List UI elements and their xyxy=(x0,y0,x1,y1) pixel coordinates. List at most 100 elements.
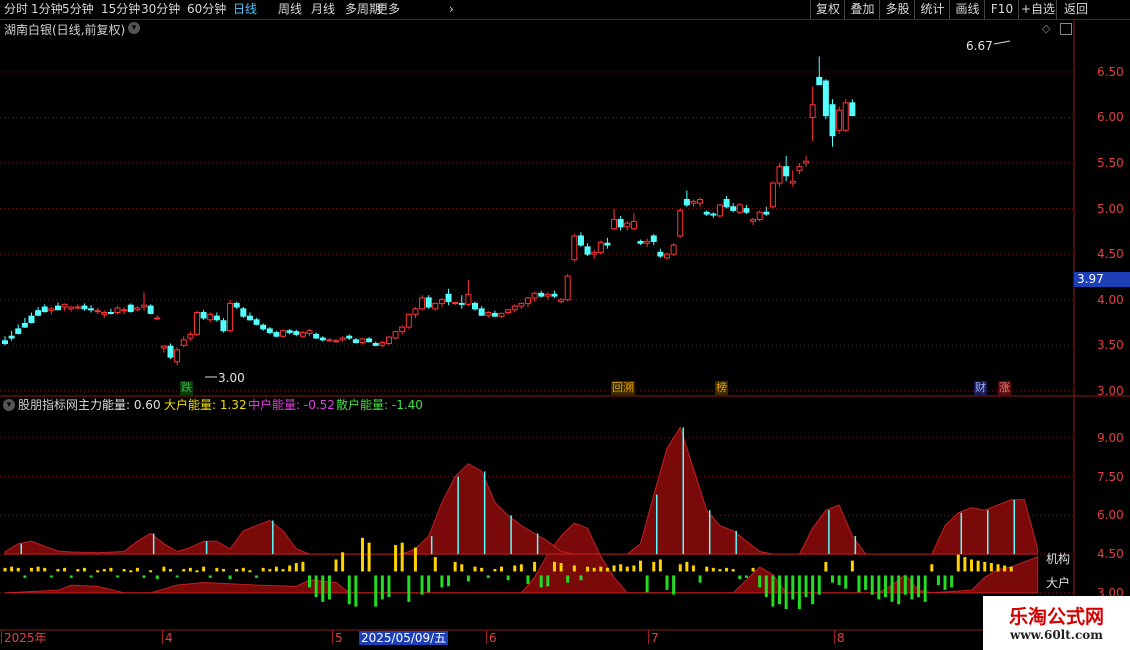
energy-bar xyxy=(221,569,225,572)
period-tab-7[interactable]: 周线 xyxy=(278,1,302,18)
candle-up xyxy=(180,339,187,346)
energy-bar xyxy=(930,564,934,572)
energy-bar xyxy=(433,557,437,572)
toolbar-button-6[interactable]: +自选 xyxy=(1018,0,1057,19)
energy-bar xyxy=(162,566,166,572)
candle-down xyxy=(703,211,710,215)
energy-bar xyxy=(466,575,470,582)
candle-down xyxy=(743,208,750,213)
indicator-field-1: 大户能量: 1.32 xyxy=(164,398,247,412)
diamond-icon[interactable]: ◇ xyxy=(1042,22,1050,36)
energy-bar xyxy=(592,567,596,572)
candle-up xyxy=(452,301,459,304)
energy-bar xyxy=(49,575,53,578)
indicator-tick-label: 7.50 xyxy=(1097,469,1124,484)
energy-bar xyxy=(188,567,192,572)
energy-bar xyxy=(301,561,305,572)
period-tab-6[interactable]: 日线 xyxy=(233,1,257,18)
candle-down xyxy=(577,235,584,246)
energy-bar xyxy=(341,552,345,572)
energy-bar xyxy=(16,567,20,572)
candle-down xyxy=(8,335,15,339)
indicator-toggle-icon[interactable]: ▾ xyxy=(3,399,15,411)
energy-bar xyxy=(791,575,795,600)
candle-up xyxy=(564,275,571,301)
selected-date-label[interactable]: 2025/05/09/五 xyxy=(359,631,449,645)
event-badge-2[interactable]: 榜 xyxy=(715,381,728,395)
energy-bar xyxy=(725,567,729,572)
candle-down xyxy=(816,76,823,86)
event-badge-1[interactable]: 回溯 xyxy=(611,381,635,395)
toolbar-button-7[interactable]: 返回 xyxy=(1056,0,1095,19)
period-tab-2[interactable]: 5分钟 xyxy=(62,1,94,18)
energy-bar xyxy=(500,566,503,572)
event-badge-3[interactable]: 财 xyxy=(974,381,987,395)
energy-bar xyxy=(440,575,444,588)
period-tab-5[interactable]: 60分钟 xyxy=(187,1,226,18)
candle-down xyxy=(458,302,465,305)
period-tab-4[interactable]: 30分钟 xyxy=(141,1,180,18)
candle-up xyxy=(670,244,677,255)
period-tab-0[interactable]: 分时 xyxy=(4,1,28,18)
toolbar-button-5[interactable]: F10 xyxy=(984,0,1019,19)
energy-bar xyxy=(208,575,212,578)
energy-bar xyxy=(142,575,146,578)
indicator-tick-label: 6.00 xyxy=(1097,508,1124,523)
candle-up xyxy=(498,312,505,317)
energy-bar xyxy=(122,569,126,572)
panel-layout-icon[interactable] xyxy=(1060,23,1072,35)
energy-bar xyxy=(526,575,530,584)
energy-bar xyxy=(89,575,93,578)
period-tab-8[interactable]: 月线 xyxy=(311,1,335,18)
event-badge-0[interactable]: 跌 xyxy=(180,381,193,395)
period-tab-1[interactable]: 1分钟 xyxy=(31,1,63,18)
energy-bar xyxy=(738,575,742,580)
date-label: 2025年 xyxy=(4,631,47,645)
energy-bar xyxy=(327,575,331,600)
energy-bar xyxy=(811,575,815,605)
candle-down xyxy=(88,308,95,311)
candle-up xyxy=(405,313,412,328)
candle-up xyxy=(94,310,101,313)
energy-bar xyxy=(685,561,689,572)
candle-up xyxy=(114,307,121,314)
energy-bar xyxy=(844,575,848,589)
energy-bar xyxy=(202,566,206,572)
energy-bar xyxy=(784,575,788,610)
energy-bar xyxy=(552,561,556,572)
candle-down xyxy=(604,242,611,246)
toolbar-button-3[interactable]: 统计 xyxy=(914,0,950,19)
energy-bar xyxy=(215,567,219,572)
indicator-name[interactable]: 股朋指标网 xyxy=(18,398,78,412)
energy-bar xyxy=(235,569,239,572)
energy-bar xyxy=(493,569,497,572)
candle-up xyxy=(505,309,512,314)
event-badge-4[interactable]: 涨 xyxy=(998,381,1011,395)
energy-bar xyxy=(824,561,828,572)
energy-bar xyxy=(380,575,384,600)
energy-bar xyxy=(109,567,113,572)
max-price-label: 6.67 xyxy=(966,39,993,53)
period-tab-10[interactable]: 更多 xyxy=(376,1,400,18)
candle-down xyxy=(372,342,379,346)
period-tab-3[interactable]: 15分钟 xyxy=(101,1,140,18)
candle-up xyxy=(74,306,81,309)
toolbar-button-1[interactable]: 叠加 xyxy=(844,0,880,19)
energy-bar xyxy=(605,567,609,572)
chevron-down-icon[interactable]: ▾ xyxy=(128,22,140,34)
toolbar-button-0[interactable]: 复权 xyxy=(810,0,845,19)
chevron-right-icon[interactable]: › xyxy=(449,1,454,18)
watermark-url: www.60lt.com xyxy=(1010,628,1103,642)
candle-up xyxy=(796,166,803,171)
candle-up xyxy=(776,166,783,184)
candle-down xyxy=(21,322,28,328)
energy-bar xyxy=(566,575,570,583)
candle-down xyxy=(723,198,730,208)
energy-bar xyxy=(883,575,887,598)
candle-down xyxy=(233,302,240,308)
toolbar-button-4[interactable]: 画线 xyxy=(949,0,985,19)
toolbar-button-2[interactable]: 多股 xyxy=(879,0,915,19)
energy-bar xyxy=(407,575,411,602)
price-tick-label: 5.50 xyxy=(1097,156,1124,171)
energy-bar xyxy=(744,575,748,578)
